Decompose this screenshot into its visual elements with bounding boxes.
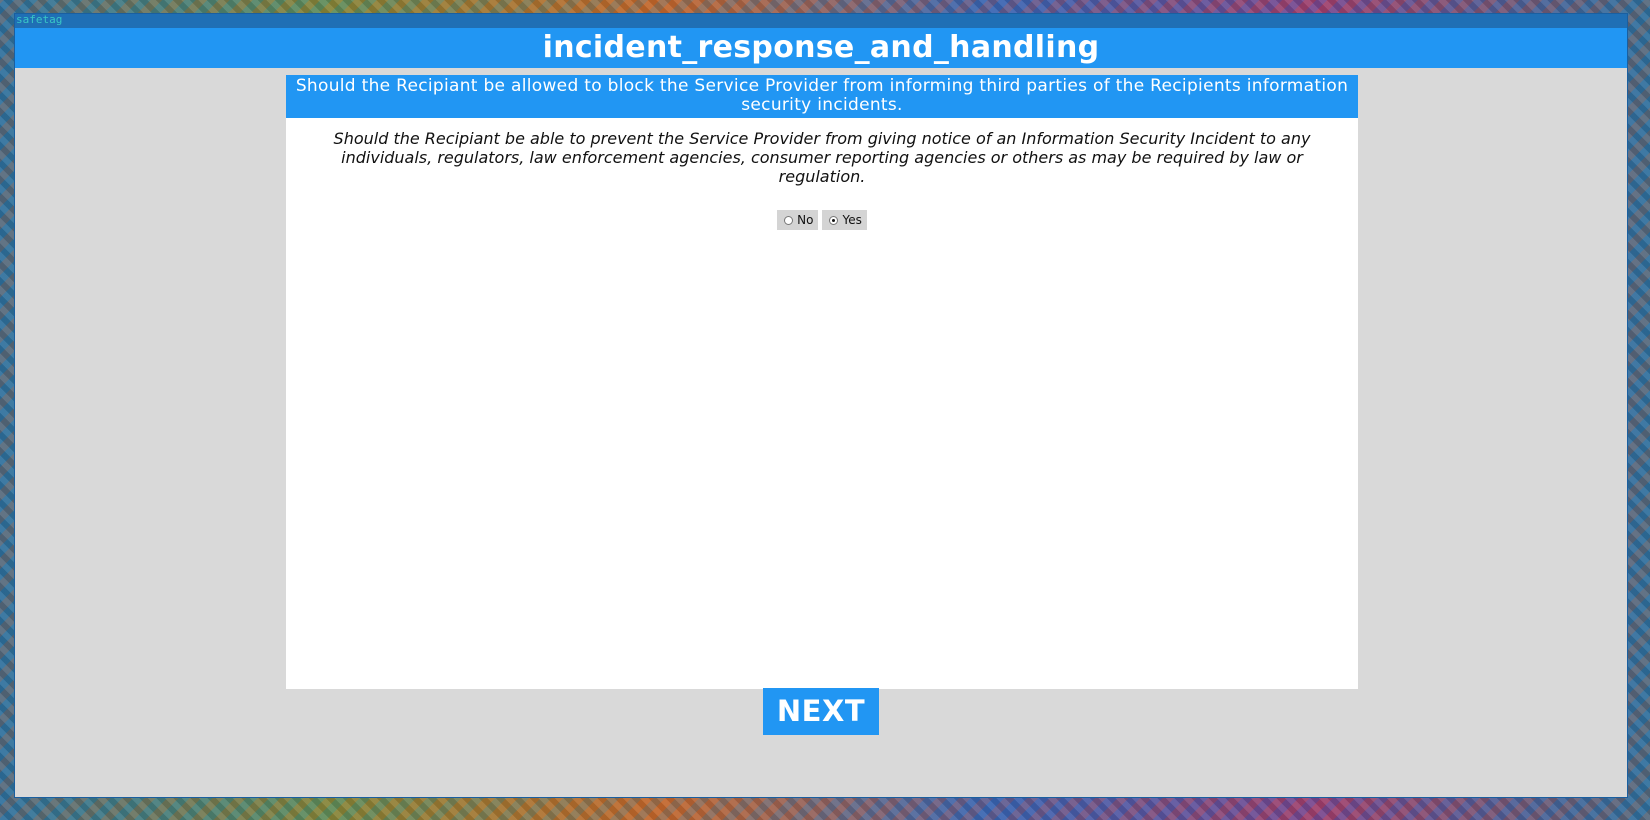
window-titlebar[interactable]: safetag	[15, 14, 1627, 28]
next-button[interactable]: NEXT	[763, 688, 879, 735]
option-yes[interactable]: Yes	[822, 210, 867, 230]
question-panel: Should the Recipiant be allowed to block…	[286, 75, 1358, 689]
radio-no-icon[interactable]	[784, 216, 794, 225]
option-no-label: No	[797, 213, 814, 227]
option-yes-label: Yes	[842, 213, 862, 227]
window-title: safetag	[16, 13, 63, 26]
page-title: incident_response_and_handling	[15, 28, 1627, 68]
answer-options: No Yes	[286, 210, 1358, 230]
question-description: Should the Recipiant be able to prevent …	[333, 129, 1311, 186]
radio-yes-icon[interactable]	[829, 216, 839, 225]
option-no[interactable]: No	[777, 210, 819, 230]
question-title: Should the Recipiant be allowed to block…	[286, 75, 1358, 118]
